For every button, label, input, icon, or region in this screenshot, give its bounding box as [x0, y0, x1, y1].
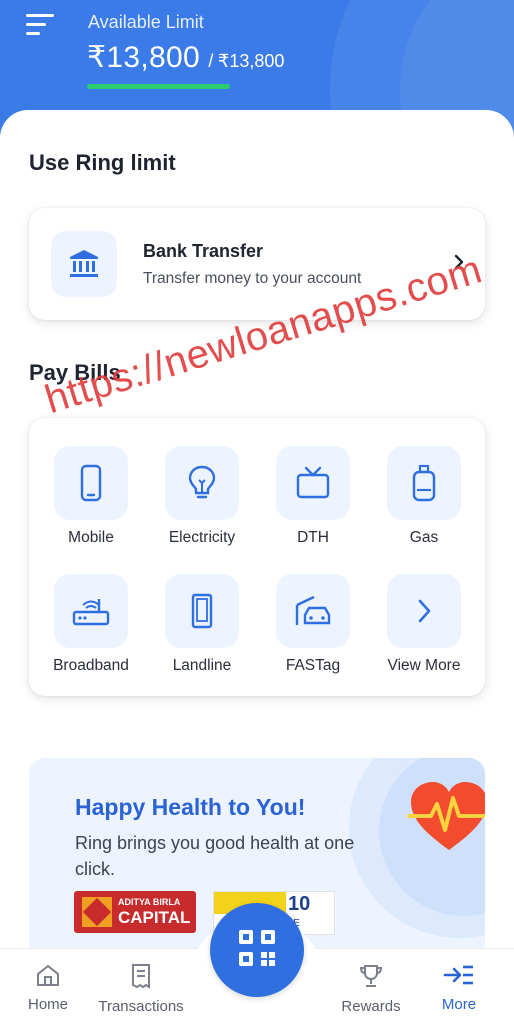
bill-label: FASTag	[285, 657, 341, 674]
partner-sub: CAPITAL	[118, 908, 191, 927]
bill-label: View More	[387, 657, 461, 674]
bill-item-fastag[interactable]: FASTag	[263, 574, 363, 675]
bill-label: Landline	[172, 657, 232, 674]
nav-label: More	[441, 996, 477, 1013]
nav-item-rewards[interactable]: Rewards	[340, 963, 402, 1015]
nav-item-more[interactable]: More	[438, 963, 480, 1013]
nav-item-home[interactable]: Home	[22, 963, 74, 1013]
trophy-icon	[358, 965, 384, 993]
logo-mark	[82, 897, 112, 927]
bill-item-landline[interactable]: Landline	[152, 574, 252, 675]
nav-label: Rewards	[341, 998, 401, 1015]
available-amount: ₹13,800	[87, 41, 200, 74]
available-limit-label: Available Limit	[88, 12, 204, 32]
bank-transfer-title: Bank Transfer	[143, 241, 264, 261]
qr-code-icon	[236, 927, 278, 974]
nav-label: Transactions	[98, 998, 184, 1015]
home-icon	[35, 964, 61, 991]
bill-item-mobile[interactable]: Mobile	[41, 446, 141, 547]
bill-label: Electricity	[168, 529, 236, 546]
tv-icon	[276, 446, 350, 520]
more-arrow-icon	[443, 965, 475, 991]
chevron-right-icon	[387, 574, 461, 648]
bank-transfer-subtitle: Transfer money to your account	[143, 270, 362, 287]
scan-qr-button[interactable]	[210, 903, 304, 997]
promo-text: Ring brings you good health at one click…	[75, 833, 355, 879]
limit-amount-row: ₹13,800 / ₹13,800	[87, 40, 284, 75]
bank-icon	[51, 231, 117, 297]
receipt-icon	[129, 964, 153, 993]
fastag-icon	[276, 574, 350, 648]
total-limit-amount: ₹13,800	[217, 51, 285, 71]
bill-label: DTH	[297, 529, 329, 546]
gas-cylinder-icon	[387, 446, 461, 520]
heart-pulse-icon	[407, 780, 485, 859]
nav-label: Home	[27, 996, 68, 1013]
router-icon	[54, 574, 128, 648]
bill-item-dth[interactable]: DTH	[263, 446, 363, 547]
menu-icon[interactable]	[26, 14, 58, 38]
limit-progress-bar	[87, 84, 230, 89]
landline-icon	[165, 574, 239, 648]
partner-name: ADITYA BIRLA	[118, 897, 181, 907]
aditya-birla-capital-logo: ADITYA BIRLA CAPITAL	[74, 891, 196, 933]
bill-label: Gas	[409, 529, 439, 546]
bill-item-electricity[interactable]: Electricity	[152, 446, 252, 547]
bill-item-view-more[interactable]: View More	[374, 574, 474, 675]
pay-bills-card: Mobile Electricity DTH Gas Broadband Lan…	[29, 418, 485, 696]
bill-label: Mobile	[68, 529, 114, 546]
bulb-icon	[165, 446, 239, 520]
promo-title: Happy Health to You!	[75, 794, 306, 820]
bill-item-gas[interactable]: Gas	[374, 446, 474, 547]
nav-item-transactions[interactable]: Transactions	[96, 963, 186, 1015]
limit-separator: /	[208, 51, 214, 71]
bill-item-broadband[interactable]: Broadband	[41, 574, 141, 675]
bill-label: Broadband	[53, 657, 129, 674]
mobile-icon	[54, 446, 128, 520]
partner-name: 10	[288, 893, 311, 915]
use-limit-title: Use Ring limit	[29, 150, 176, 175]
